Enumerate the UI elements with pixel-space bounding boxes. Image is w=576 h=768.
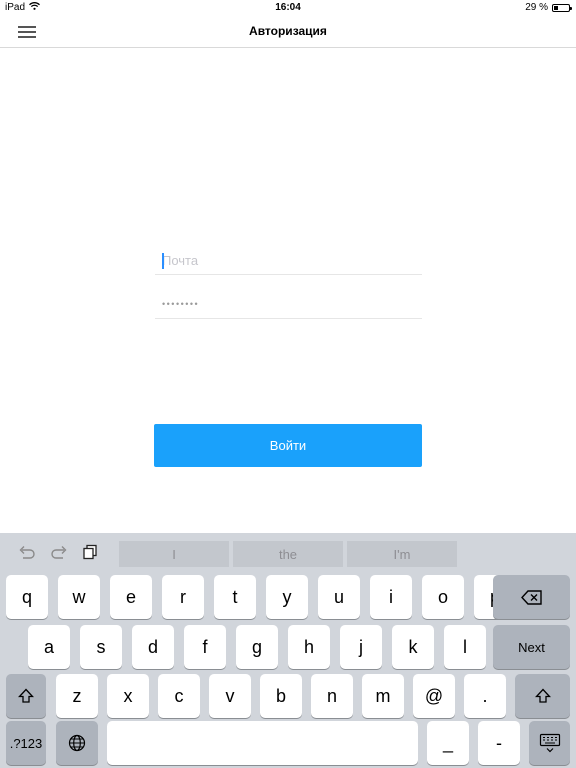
key-i[interactable]: i	[370, 575, 412, 619]
key-z[interactable]: z	[56, 674, 98, 718]
space-key[interactable]	[107, 721, 418, 765]
key-a[interactable]: a	[28, 625, 70, 669]
email-field[interactable]	[155, 246, 422, 275]
battery-icon	[552, 3, 572, 12]
key-q[interactable]: q	[6, 575, 48, 619]
password-field[interactable]: ••••••••	[155, 290, 422, 319]
key-k[interactable]: k	[392, 625, 434, 669]
backspace-icon	[520, 589, 542, 605]
key-period[interactable]: .	[464, 674, 506, 718]
key-m[interactable]: m	[362, 674, 404, 718]
page-title: Авторизация	[249, 24, 327, 38]
key-t[interactable]: t	[214, 575, 256, 619]
key-e[interactable]: e	[110, 575, 152, 619]
status-time: 16:04	[275, 2, 301, 13]
password-mask: ••••••••	[162, 299, 200, 309]
status-right: 29 %	[525, 2, 572, 13]
key-h[interactable]: h	[288, 625, 330, 669]
text-cursor	[162, 253, 164, 269]
key-l[interactable]: l	[444, 625, 486, 669]
key-y[interactable]: y	[266, 575, 308, 619]
shift-icon	[534, 688, 551, 703]
globe-key[interactable]	[56, 721, 98, 765]
next-key[interactable]: Next	[493, 625, 570, 669]
key-n[interactable]: n	[311, 674, 353, 718]
key-r[interactable]: r	[162, 575, 204, 619]
key-b[interactable]: b	[260, 674, 302, 718]
key-f[interactable]: f	[184, 625, 226, 669]
shift-key-left[interactable]	[6, 674, 46, 718]
key-g[interactable]: g	[236, 625, 278, 669]
key-d[interactable]: d	[132, 625, 174, 669]
key-o[interactable]: o	[422, 575, 464, 619]
undo-icon[interactable]	[17, 543, 37, 561]
suggestion-bar: I the I'm	[0, 533, 576, 571]
status-bar: iPad 16:04 29 %	[0, 0, 576, 16]
key-at[interactable]: @	[413, 674, 455, 718]
numbers-key[interactable]: .?123	[6, 721, 46, 765]
key-w[interactable]: w	[58, 575, 100, 619]
login-button[interactable]: Войти	[154, 424, 422, 467]
key-s[interactable]: s	[80, 625, 122, 669]
nav-bar: Авторизация	[0, 16, 576, 48]
key-j[interactable]: j	[340, 625, 382, 669]
shift-icon	[18, 688, 34, 703]
key-v[interactable]: v	[209, 674, 251, 718]
dash-key[interactable]: -	[478, 721, 520, 765]
email-input[interactable]	[155, 246, 422, 274]
suggestion-1[interactable]: I	[119, 541, 229, 567]
suggestion-3[interactable]: I'm	[347, 541, 457, 567]
backspace-key[interactable]	[493, 575, 570, 619]
shift-key-right[interactable]	[515, 674, 570, 718]
battery-level	[554, 5, 558, 10]
keyboard-dismiss-key[interactable]	[529, 721, 570, 765]
key-u[interactable]: u	[318, 575, 360, 619]
key-x[interactable]: x	[107, 674, 149, 718]
keyboard-dismiss-icon	[539, 733, 560, 753]
globe-icon	[68, 734, 86, 752]
underscore-key[interactable]: _	[427, 721, 469, 765]
keyboard: I the I'm qwertyuiop asdfghjkl Next zxcv…	[0, 533, 576, 768]
battery-percent: 29 %	[525, 2, 548, 13]
redo-icon[interactable]	[49, 543, 69, 561]
key-c[interactable]: c	[158, 674, 200, 718]
paste-icon[interactable]	[80, 543, 100, 561]
suggestion-2[interactable]: the	[233, 541, 343, 567]
